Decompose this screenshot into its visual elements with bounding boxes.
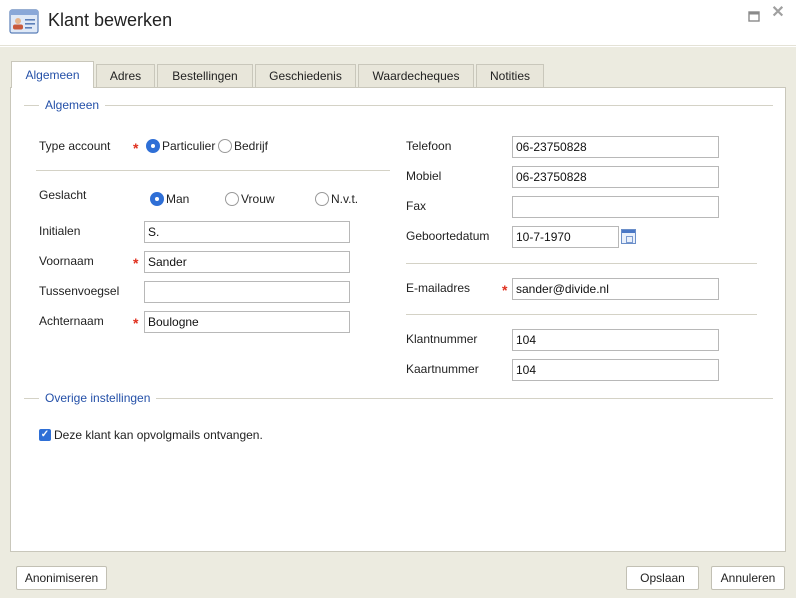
phone-label: Telefoon — [406, 139, 452, 153]
divider — [406, 314, 757, 315]
gender-label: Geslacht — [39, 188, 87, 202]
phone-field[interactable]: 06-23750828 — [512, 136, 719, 158]
fax-field[interactable] — [512, 196, 719, 218]
cancel-button[interactable]: Annuleren — [711, 566, 785, 590]
first-name-label: Voornaam — [39, 254, 94, 268]
radio-vrouw-label: Vrouw — [241, 192, 275, 206]
window-titlebar: Klant bewerken ✕ — [0, 0, 796, 46]
followup-mails-label: Deze klant kan opvolgmails ontvangen. — [54, 428, 263, 442]
radio-nvt[interactable] — [315, 192, 329, 206]
radio-nvt-label: N.v.t. — [331, 192, 359, 206]
radio-bedrijf[interactable] — [218, 139, 232, 153]
close-icon[interactable]: ✕ — [770, 5, 786, 21]
tab-geschiedenis[interactable]: Geschiedenis — [255, 64, 356, 87]
mobile-label: Mobiel — [406, 169, 442, 183]
birthdate-label: Geboortedatum — [406, 229, 490, 243]
anonymize-button[interactable]: Anonimiseren — [16, 566, 107, 590]
middle-name-label: Tussenvoegsel — [39, 284, 120, 298]
tab-notities[interactable]: Notities — [476, 64, 544, 87]
first-name-field[interactable]: Sander — [144, 251, 350, 273]
radio-particulier[interactable] — [146, 139, 160, 153]
initials-field[interactable]: S. — [144, 221, 350, 243]
followup-mails-checkbox[interactable]: ✓ — [39, 429, 51, 441]
radio-man[interactable] — [150, 192, 164, 206]
maximize-icon[interactable] — [746, 8, 762, 24]
tab-adres[interactable]: Adres — [96, 64, 155, 87]
required-marker: * — [133, 315, 139, 331]
radio-bedrijf-label: Bedrijf — [234, 139, 269, 153]
email-label: E-mailadres — [406, 281, 471, 295]
email-field[interactable]: sander@divide.nl — [512, 278, 719, 300]
window-title: Klant bewerken — [48, 10, 173, 30]
fax-label: Fax — [406, 199, 427, 213]
required-marker: * — [133, 140, 139, 156]
section-divider — [24, 105, 773, 106]
calendar-icon[interactable] — [621, 229, 636, 244]
divider — [36, 170, 390, 171]
type-account-label: Type account — [39, 139, 111, 153]
customer-number-label: Klantnummer — [406, 332, 478, 346]
card-number-label: Kaartnummer — [406, 362, 479, 376]
tab-bestellingen[interactable]: Bestellingen — [157, 64, 253, 87]
initials-label: Initialen — [39, 224, 81, 238]
mobile-field[interactable]: 06-23750828 — [512, 166, 719, 188]
radio-particulier-label: Particulier — [162, 139, 216, 153]
middle-name-field[interactable] — [144, 281, 350, 303]
last-name-field[interactable]: Boulogne — [144, 311, 350, 333]
required-marker: * — [502, 282, 508, 298]
birthdate-field[interactable]: 10-7-1970 — [512, 226, 619, 248]
divider — [406, 263, 757, 264]
radio-vrouw[interactable] — [225, 192, 239, 206]
last-name-label: Achternaam — [39, 314, 104, 328]
section-title-general: Algemeen — [39, 98, 106, 112]
tab-algemeen[interactable]: Algemeen — [11, 61, 94, 88]
save-button[interactable]: Opslaan — [626, 566, 699, 590]
section-title-other: Overige instellingen — [39, 391, 157, 405]
card-number-field[interactable]: 104 — [512, 359, 719, 381]
tab-waardecheques[interactable]: Waardecheques — [358, 64, 474, 87]
required-marker: * — [133, 255, 139, 271]
radio-man-label: Man — [166, 192, 190, 206]
contact-card-icon — [9, 9, 39, 34]
customer-number-field[interactable]: 104 — [512, 329, 719, 351]
